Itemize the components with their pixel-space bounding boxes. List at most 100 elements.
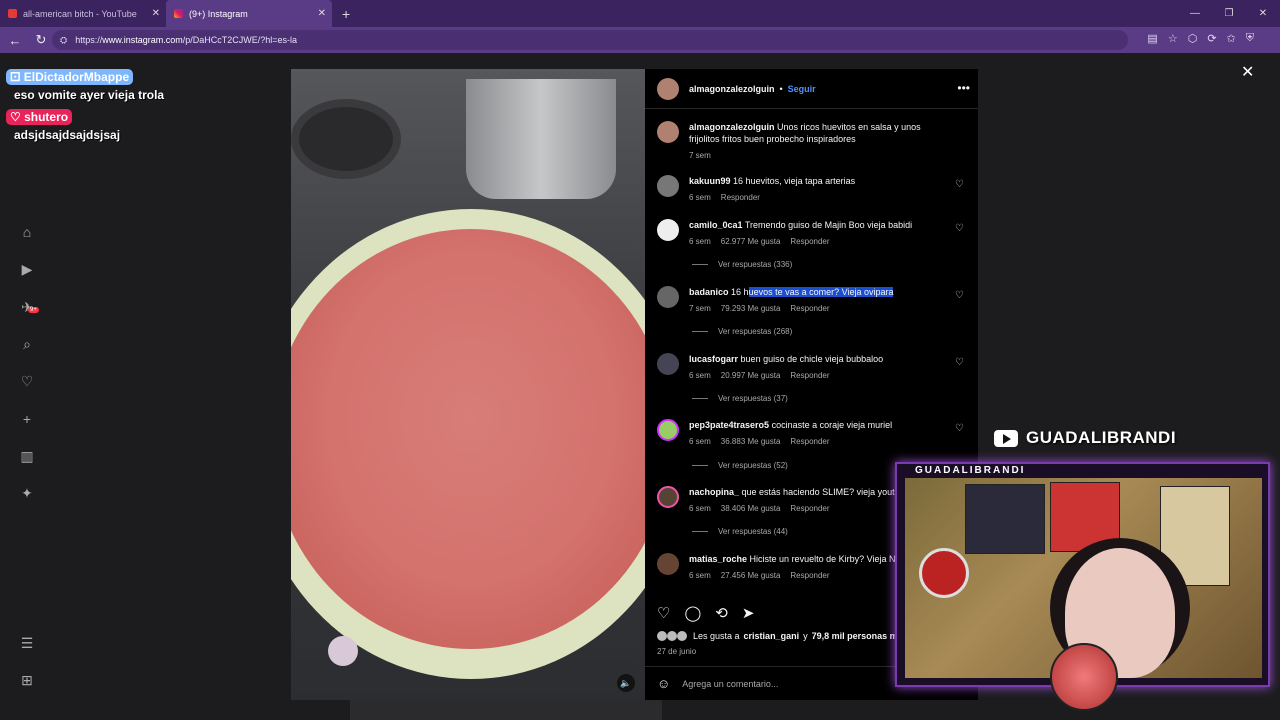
like-icon[interactable]: ♡ (657, 604, 670, 622)
view-replies-button[interactable]: Ver respuestas (52) (692, 461, 788, 470)
comment-user[interactable]: lucasfogarr (689, 354, 738, 364)
tab-youtube[interactable]: all-american bitch - YouTube ✕ (0, 0, 166, 27)
mute-icon[interactable]: 🔈 (617, 674, 635, 692)
comment-avatar[interactable] (657, 553, 679, 575)
comment-user[interactable]: kakuun99 (689, 176, 731, 186)
like-comment-icon[interactable]: ♡ (955, 423, 964, 434)
extensions-icon[interactable]: ⬡ (1188, 32, 1198, 45)
close-post-icon[interactable]: ✕ (1241, 62, 1254, 82)
url-prefix: https:// (75, 35, 103, 45)
author-avatar[interactable] (657, 121, 679, 143)
favorite-star-icon[interactable]: ☆ (1168, 32, 1178, 45)
comment-text: buen guiso de chicle vieja bubbaloo (740, 354, 884, 364)
comment-avatar[interactable] (657, 486, 679, 508)
poster-image (965, 484, 1045, 554)
create-icon[interactable]: + (18, 411, 36, 429)
messages-icon[interactable]: ✈ 9+ (18, 299, 39, 317)
tab-instagram[interactable]: (9+) Instagram ✕ (166, 0, 332, 27)
search-icon[interactable]: ⌕ (18, 336, 36, 354)
repost-icon[interactable]: ⟲ (715, 604, 728, 622)
comment-user[interactable]: matias_roche (689, 554, 747, 564)
like-comment-icon[interactable]: ♡ (955, 290, 964, 301)
reply-button[interactable]: Responder (790, 371, 829, 380)
apps-icon[interactable]: ⊞ (18, 672, 36, 690)
likes-count[interactable]: 79,8 mil personas más (812, 631, 908, 641)
site-info-icon[interactable]: ⛭ (60, 35, 67, 46)
sync-icon[interactable]: ⟳ (1207, 32, 1216, 45)
reply-button[interactable]: Responder (790, 571, 829, 580)
comment-likes[interactable]: 20.997 Me gusta (721, 371, 781, 380)
liker-avatar (677, 631, 687, 641)
like-comment-icon[interactable]: ♡ (955, 223, 964, 234)
like-comment-icon[interactable]: ♡ (955, 357, 964, 368)
back-icon[interactable]: ← (4, 33, 26, 48)
emoji-icon[interactable]: ☺ (657, 676, 670, 691)
view-replies-button[interactable]: Ver respuestas (37) (692, 394, 788, 403)
likes-summary[interactable]: Les gusta a cristian_gani y 79,8 mil per… (657, 631, 908, 641)
comment-avatar[interactable] (657, 286, 679, 308)
reply-button[interactable]: Responder (721, 193, 760, 202)
dashboard-icon[interactable]: ▥ (18, 448, 36, 466)
comment-icon[interactable]: ◯ (684, 604, 701, 622)
comment-avatar[interactable] (657, 419, 679, 441)
view-replies-button[interactable]: Ver respuestas (268) (692, 327, 792, 336)
reply-button[interactable]: Responder (790, 304, 829, 313)
comment-user[interactable]: nachopina_ (689, 487, 739, 497)
reply-button[interactable]: Responder (790, 504, 829, 513)
reels-icon[interactable]: ▶ (18, 261, 36, 279)
tagged-user-avatar[interactable] (328, 636, 358, 666)
threads-icon[interactable]: ✦ (18, 485, 36, 503)
view-replies-button[interactable]: Ver respuestas (336) (692, 260, 792, 269)
liker-avatar (667, 631, 677, 641)
close-window-icon[interactable]: ✕ (1246, 8, 1280, 19)
shield-icon[interactable]: ⛨ (1246, 32, 1254, 45)
comment-user[interactable]: camilo_0ca1 (689, 220, 743, 230)
comment-avatar[interactable] (657, 219, 679, 241)
chat-message-2: adsjdsajdsajdsjsaj (14, 128, 121, 142)
comment-likes[interactable]: 62.977 Me gusta (721, 237, 781, 246)
reply-button[interactable]: Responder (790, 237, 829, 246)
comment-likes[interactable]: 38.406 Me gusta (721, 504, 781, 513)
url-domain: www.instagram.com (102, 35, 183, 45)
instagram-sidebar: ⌂ ▶ ✈ 9+ ⌕ ♡ + ▥ ✦ ☰ ⊞ (0, 53, 54, 720)
more-menu-icon[interactable]: ☰ (18, 635, 36, 653)
likes-user[interactable]: cristian_gani (744, 631, 800, 641)
comment-avatar[interactable] (657, 353, 679, 375)
comment-text: 16 huevitos, vieja tapa arterias (733, 176, 856, 186)
tab-title: (9+) Instagram (189, 8, 248, 19)
restore-icon[interactable]: ❐ (1212, 8, 1246, 19)
add-comment-input[interactable]: Agrega un comentario... (682, 679, 778, 689)
share-icon[interactable]: ➤ (742, 604, 755, 622)
comment-likes[interactable]: 27.456 Me gusta (721, 571, 781, 580)
author-avatar[interactable] (657, 77, 679, 100)
close-tab-icon[interactable]: ✕ (318, 8, 326, 19)
favorites-icon[interactable]: ✩ (1227, 32, 1236, 45)
post-video[interactable]: 🔈 (291, 69, 645, 700)
comment-user[interactable]: almagonzalezolguin (689, 122, 775, 132)
youtube-logo-icon (994, 429, 1018, 447)
address-bar[interactable]: ⛭ https://www.instagram.com/p/DaHCcT2CJW… (52, 30, 1128, 50)
comment-likes[interactable]: 79.293 Me gusta (721, 304, 781, 313)
close-tab-icon[interactable]: ✕ (152, 8, 160, 19)
comment-text: que estás haciendo SLIME? vieja yout (741, 487, 895, 497)
home-icon[interactable]: ⌂ (18, 224, 36, 242)
comment-user[interactable]: pep3pate4trasero5 (689, 420, 769, 430)
follow-button[interactable]: Seguir (788, 84, 816, 94)
comment-likes[interactable]: 36.883 Me gusta (721, 437, 781, 446)
reload-icon[interactable]: ↻ (30, 32, 52, 48)
comment-item: kakuun99 16 huevitos, vieja tapa arteria… (657, 175, 972, 204)
reply-button[interactable]: Responder (790, 437, 829, 446)
minimize-icon[interactable]: — (1178, 8, 1212, 19)
comment-user[interactable]: badanico (689, 287, 729, 297)
author-username[interactable]: almagonzalezolguin (689, 84, 775, 94)
notifications-heart-icon[interactable]: ♡ (18, 373, 36, 391)
view-replies-button[interactable]: Ver respuestas (44) (692, 527, 788, 536)
more-options-icon[interactable]: ••• (957, 81, 970, 95)
comment-avatar[interactable] (657, 175, 679, 197)
reader-icon[interactable]: ▤ (1147, 32, 1157, 45)
new-tab-icon[interactable]: + (342, 6, 350, 22)
comment-text: 16 h (731, 287, 749, 297)
view-replies-label: Ver respuestas (336) (718, 260, 793, 269)
chat-username: ♡ shutero (6, 109, 73, 125)
like-comment-icon[interactable]: ♡ (955, 179, 964, 190)
